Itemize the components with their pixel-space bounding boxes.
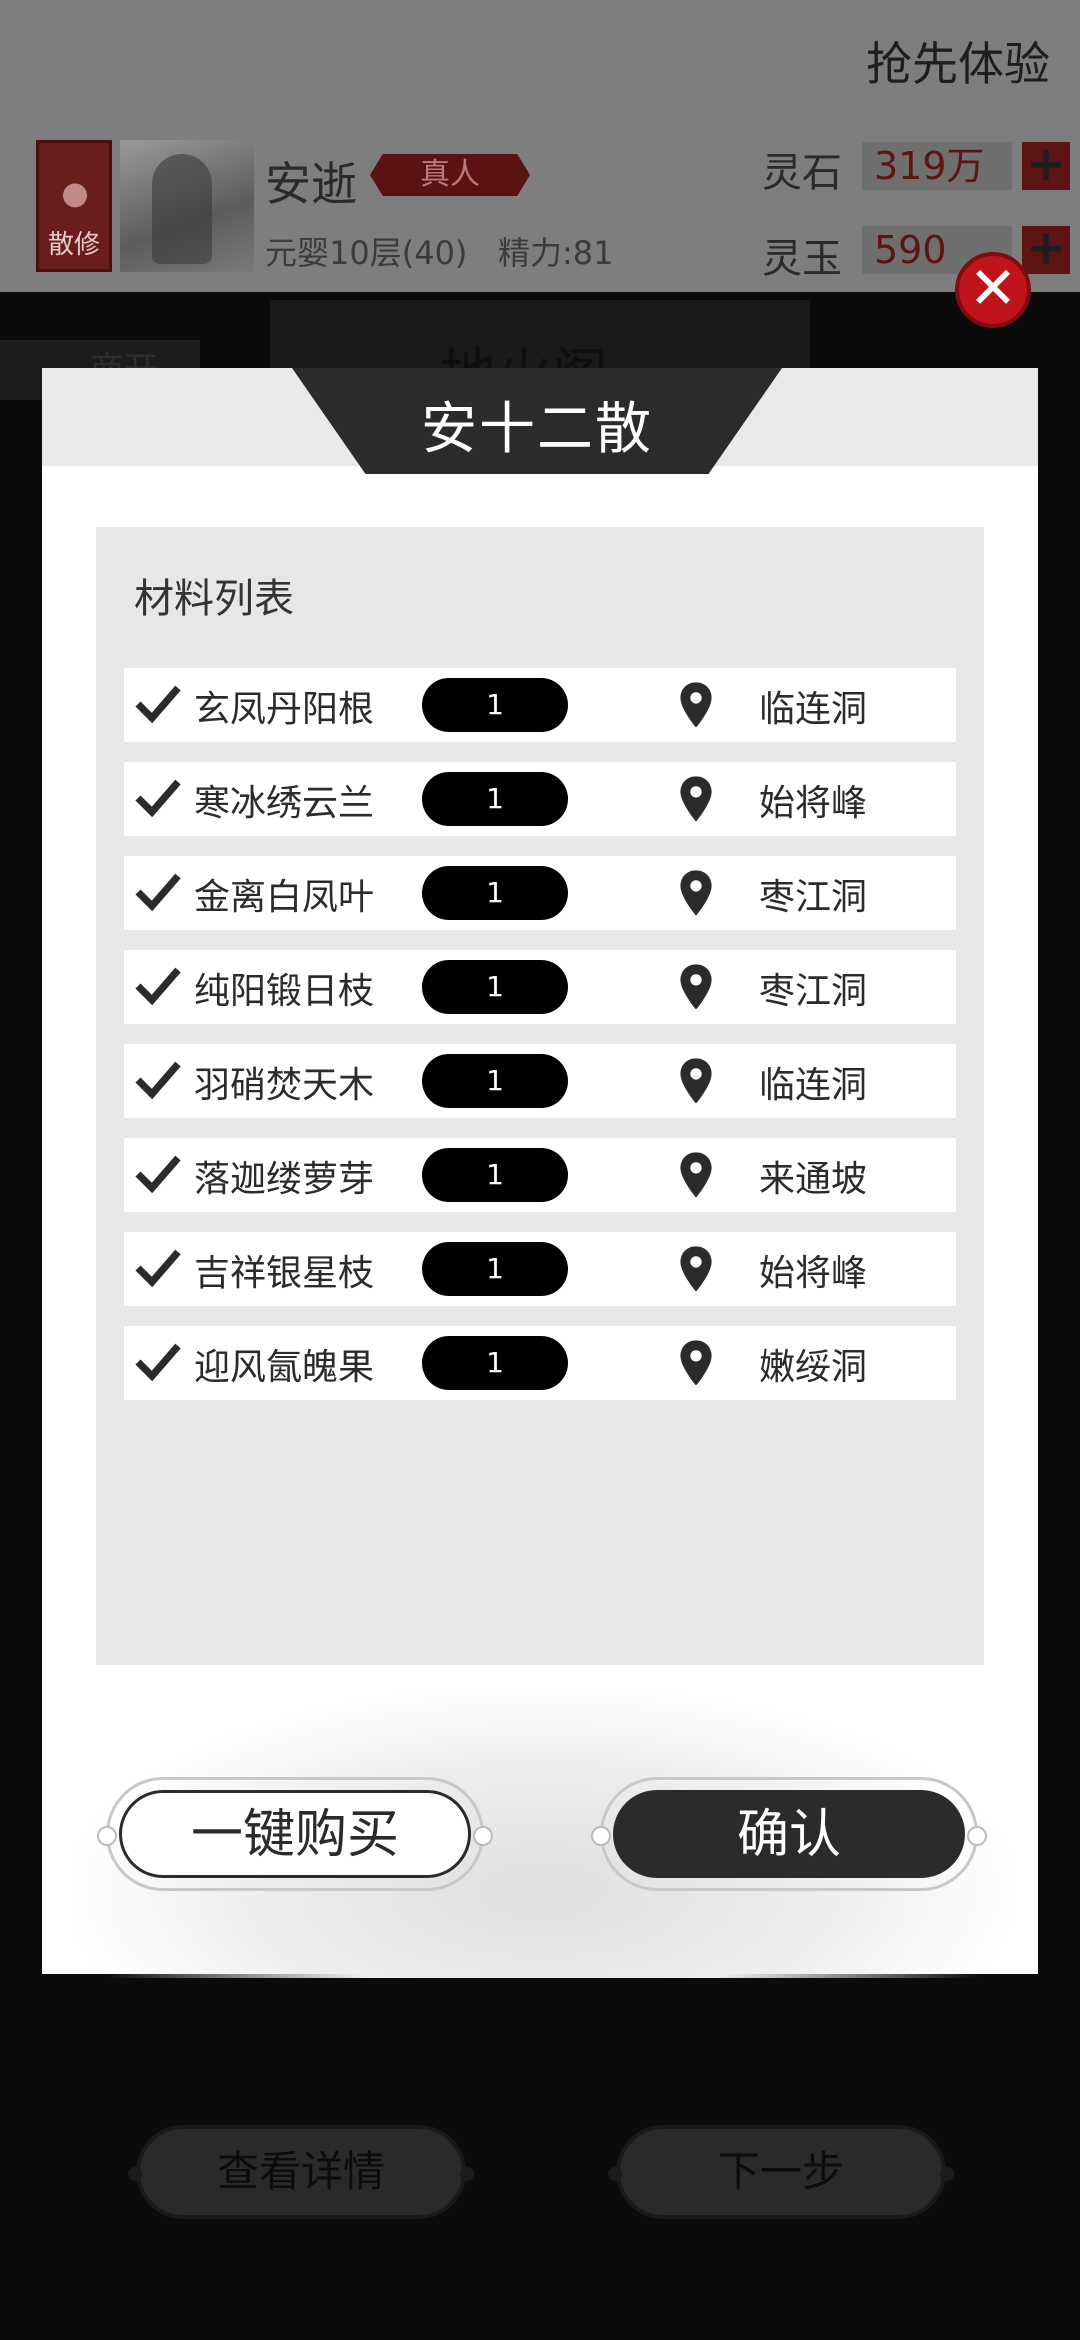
spirit-stone-value: 319万 <box>862 142 1012 190</box>
confirm-button-frame: 确认 <box>591 1777 987 1891</box>
material-row[interactable]: 玄凤丹阳根 1 临连洞 <box>124 668 956 742</box>
location-pin-icon <box>680 682 712 728</box>
material-name: 纯阳锻日枝 <box>194 971 375 1012</box>
material-location: 始将峰 <box>759 783 868 824</box>
material-list: 玄凤丹阳根 1 临连洞 寒冰绣云兰 1 始将峰 金离白凤叶 1 枣江洞 纯阳锻日… <box>124 668 956 1420</box>
location-pin-icon <box>680 1152 712 1198</box>
check-icon <box>135 779 181 818</box>
add-spirit-jade-button[interactable]: + <box>1022 224 1070 274</box>
character-figure <box>152 154 212 264</box>
location-pin-icon <box>680 1058 712 1104</box>
material-quantity: 1 <box>422 678 568 732</box>
location-pin-icon <box>680 1246 712 1292</box>
material-name: 寒冰绣云兰 <box>194 783 375 824</box>
sect-label: 散修 <box>47 230 100 260</box>
check-icon <box>135 1155 181 1194</box>
location-pin-icon <box>680 776 712 822</box>
material-name: 落迦缕萝芽 <box>194 1159 375 1200</box>
check-icon <box>135 873 181 912</box>
material-name: 羽硝焚天木 <box>194 1065 375 1106</box>
add-spirit-stone-button[interactable]: + <box>1022 140 1070 190</box>
sect-badge: 散修 <box>36 140 112 272</box>
material-quantity: 1 <box>422 866 568 920</box>
material-quantity: 1 <box>422 960 568 1014</box>
material-location: 嫩绥洞 <box>759 1347 868 1388</box>
buy-all-button-frame: 一键购买 <box>97 1777 493 1891</box>
material-location: 始将峰 <box>759 1253 868 1294</box>
check-icon <box>135 1061 181 1100</box>
close-icon: ✕ <box>968 254 1018 322</box>
material-name: 金离白凤叶 <box>194 877 375 918</box>
material-quantity: 1 <box>422 1336 568 1390</box>
material-quantity: 1 <box>422 1054 568 1108</box>
material-name: 玄凤丹阳根 <box>194 689 375 730</box>
material-location: 枣江洞 <box>759 877 868 918</box>
lotus-icon <box>53 163 97 217</box>
view-details-button[interactable]: 查看详情 <box>128 2125 474 2219</box>
check-icon <box>135 967 181 1006</box>
material-name: 迎风氤魄果 <box>194 1347 375 1388</box>
check-icon <box>135 685 181 724</box>
material-location: 临连洞 <box>759 1065 868 1106</box>
spirit-stone-label: 灵石 <box>762 150 842 196</box>
material-row[interactable]: 纯阳锻日枝 1 枣江洞 <box>124 950 956 1024</box>
material-quantity: 1 <box>422 772 568 826</box>
material-row[interactable]: 迎风氤魄果 1 嫩绥洞 <box>124 1326 956 1400</box>
material-row[interactable]: 羽硝焚天木 1 临连洞 <box>124 1044 956 1118</box>
spirit-jade-label: 灵玉 <box>762 236 842 282</box>
material-quantity: 1 <box>422 1242 568 1296</box>
plus-icon: + <box>1025 136 1067 192</box>
player-stamina: 精力:81 <box>498 234 614 272</box>
close-button[interactable]: ✕ <box>955 252 1031 328</box>
confirm-button[interactable]: 确认 <box>613 1790 965 1878</box>
material-row[interactable]: 寒冰绣云兰 1 始将峰 <box>124 762 956 836</box>
promo-button[interactable]: 抢先体验 <box>866 28 1050 94</box>
dialog-title: 安十二散 <box>421 397 653 462</box>
player-name: 安逝 <box>265 157 357 211</box>
material-quantity: 1 <box>422 1148 568 1202</box>
material-list-title: 材料列表 <box>134 576 294 622</box>
location-pin-icon <box>680 1340 712 1386</box>
material-name: 吉祥银星枝 <box>194 1253 375 1294</box>
check-icon <box>135 1343 181 1382</box>
next-step-button[interactable]: 下一步 <box>608 2125 954 2219</box>
location-pin-icon <box>680 964 712 1010</box>
material-location: 枣江洞 <box>759 971 868 1012</box>
material-row[interactable]: 吉祥银星枝 1 始将峰 <box>124 1232 956 1306</box>
player-realm: 元婴10层(40) <box>265 234 468 272</box>
material-row[interactable]: 落迦缕萝芽 1 来通坡 <box>124 1138 956 1212</box>
material-location: 临连洞 <box>759 689 868 730</box>
real-person-badge: 真人 <box>370 154 530 196</box>
material-location: 来通坡 <box>759 1159 868 1200</box>
plus-icon: + <box>1025 220 1067 276</box>
material-row[interactable]: 金离白凤叶 1 枣江洞 <box>124 856 956 930</box>
check-icon <box>135 1249 181 1288</box>
avatar[interactable] <box>120 140 254 272</box>
location-pin-icon <box>680 870 712 916</box>
buy-all-button[interactable]: 一键购买 <box>119 1790 471 1878</box>
